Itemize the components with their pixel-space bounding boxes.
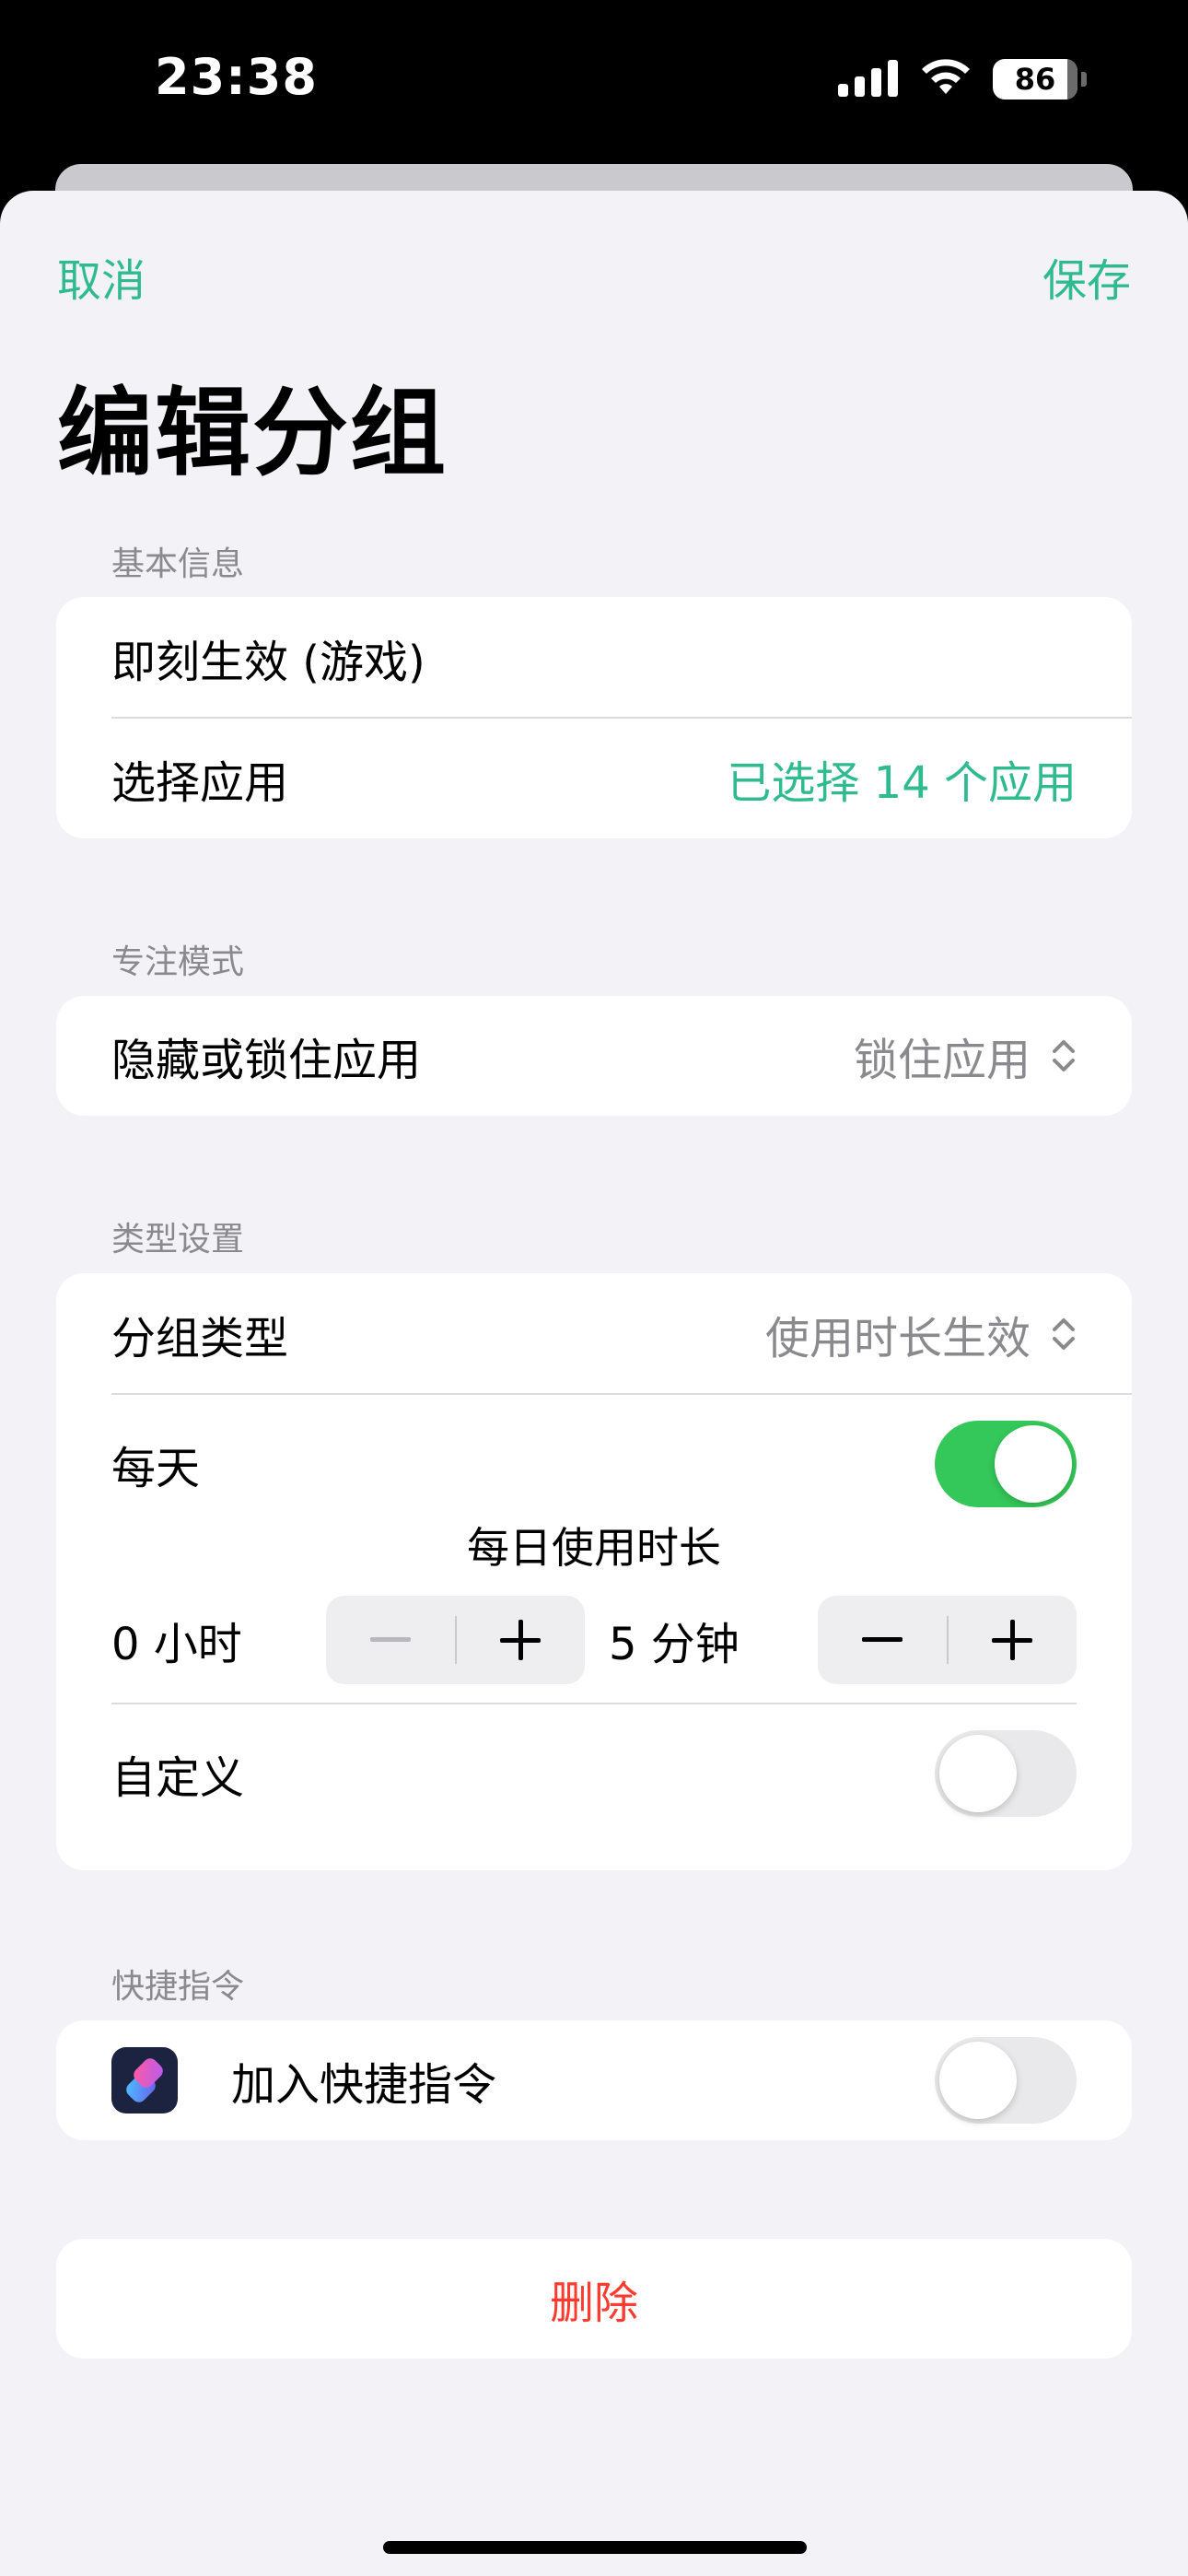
custom-label: 自定义 — [111, 1752, 245, 1804]
group-type-row[interactable]: 分组类型 使用时长生效 — [56, 1273, 1132, 1395]
custom-row: 自定义 — [56, 1704, 1132, 1843]
status-time: 23:38 — [155, 48, 318, 106]
chevron-up-down-icon — [1051, 1314, 1077, 1354]
toggle-knob — [939, 2042, 1017, 2119]
select-apps-value[interactable]: 已选择 14 个应用 — [727, 746, 1077, 811]
group-name-field[interactable]: 即刻生效 (游戏) — [111, 626, 425, 690]
group-type-picker[interactable]: 使用时长生效 — [765, 1302, 1077, 1366]
battery-level: 86 — [1014, 62, 1056, 97]
minutes-increment-button[interactable] — [949, 1596, 1077, 1684]
hours-label: 0 小时 — [111, 1619, 242, 1670]
wifi-icon — [919, 57, 973, 101]
shortcuts-card: 加入快捷指令 — [56, 2020, 1132, 2140]
home-indicator — [383, 2541, 807, 2554]
hide-lock-value: 锁住应用 — [853, 1035, 1031, 1086]
delete-button[interactable]: 删除 — [56, 2239, 1132, 2359]
section-header-basic: 基本信息 — [111, 545, 245, 583]
battery-tip — [1081, 72, 1087, 87]
minutes-decrement-button[interactable] — [818, 1596, 946, 1684]
save-button[interactable]: 保存 — [1042, 244, 1131, 309]
duration-stepper-row: 0 小时 5 分钟 — [56, 1575, 1132, 1704]
select-apps-row[interactable]: 选择应用 已选择 14 个应用 — [56, 719, 1132, 838]
focus-mode-card: 隐藏或锁住应用 锁住应用 — [56, 996, 1132, 1116]
shortcuts-app-icon — [111, 2047, 178, 2113]
status-bar: 23:38 86 — [0, 0, 1188, 166]
daily-label: 每天 — [111, 1443, 201, 1494]
group-type-value: 使用时长生效 — [764, 1313, 1031, 1364]
basic-info-card: 即刻生效 (游戏) 选择应用 已选择 14 个应用 — [56, 597, 1132, 838]
hide-lock-picker[interactable]: 锁住应用 — [854, 1024, 1077, 1088]
hide-lock-label: 隐藏或锁住应用 — [111, 1035, 422, 1086]
add-shortcut-label: 加入快捷指令 — [231, 2059, 497, 2111]
section-header-type: 类型设置 — [111, 1221, 245, 1259]
section-header-shortcuts: 快捷指令 — [111, 1968, 245, 2006]
hours-stepper — [326, 1596, 585, 1684]
minutes-stepper — [818, 1596, 1077, 1684]
chevron-up-down-icon — [1051, 1036, 1077, 1076]
type-settings-card: 分组类型 使用时长生效 每天 每日使用时长 0 小时 5 分钟 自定义 — [56, 1273, 1132, 1870]
add-shortcut-row: 加入快捷指令 — [56, 2020, 1132, 2140]
page-title: 编辑分组 — [57, 377, 448, 489]
select-apps-label: 选择应用 — [111, 757, 289, 809]
custom-toggle[interactable] — [935, 1730, 1077, 1817]
hide-lock-row[interactable]: 隐藏或锁住应用 锁住应用 — [56, 996, 1132, 1116]
section-header-focus: 专注模式 — [111, 943, 245, 981]
toggle-knob — [995, 1425, 1072, 1503]
hours-decrement-button[interactable] — [326, 1596, 454, 1684]
hours-increment-button[interactable] — [457, 1596, 585, 1684]
status-icons: 86 — [838, 57, 1087, 101]
daily-toggle[interactable] — [935, 1421, 1077, 1507]
cancel-button[interactable]: 取消 — [57, 244, 146, 309]
group-name-row[interactable]: 即刻生效 (游戏) — [56, 597, 1132, 719]
toggle-knob — [939, 1735, 1017, 1812]
group-type-label: 分组类型 — [111, 1313, 289, 1364]
minutes-label: 5 分钟 — [609, 1619, 740, 1670]
daily-row: 每天 — [56, 1395, 1132, 1533]
battery-icon: 86 — [993, 59, 1077, 100]
cellular-signal-icon — [838, 58, 899, 100]
add-shortcut-toggle[interactable] — [935, 2037, 1077, 2124]
edit-group-sheet: 取消 保存 编辑分组 基本信息 即刻生效 (游戏) 选择应用 已选择 14 个应… — [0, 191, 1188, 2576]
